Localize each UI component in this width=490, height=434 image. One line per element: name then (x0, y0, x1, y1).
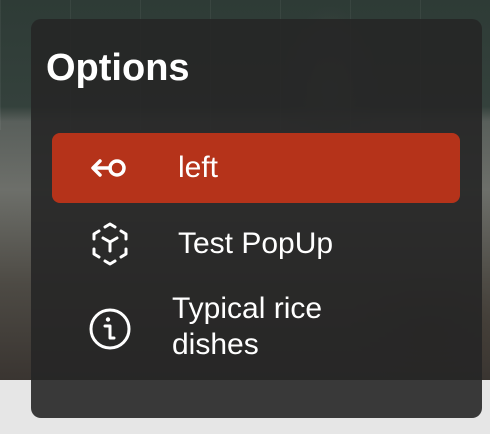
menu-item-label: Test PopUp (178, 227, 334, 260)
menu-item-left[interactable]: left (52, 133, 460, 203)
back-arrow-circle-icon (86, 144, 134, 192)
info-circle-icon (86, 305, 134, 353)
menu-item-label: left (178, 151, 219, 184)
menu-item-typical-rice-dishes[interactable]: Typical rice dishes (52, 289, 460, 369)
options-panel: Options left Test PopUp Typical rice dis… (31, 19, 482, 418)
menu-item-test-popup[interactable]: Test PopUp (52, 219, 460, 269)
panel-title: Options (46, 47, 190, 89)
ar-cube-icon (86, 220, 134, 268)
menu-item-label: Typical rice dishes (172, 292, 323, 361)
video-player: Options left Test PopUp Typical rice dis… (0, 0, 490, 434)
